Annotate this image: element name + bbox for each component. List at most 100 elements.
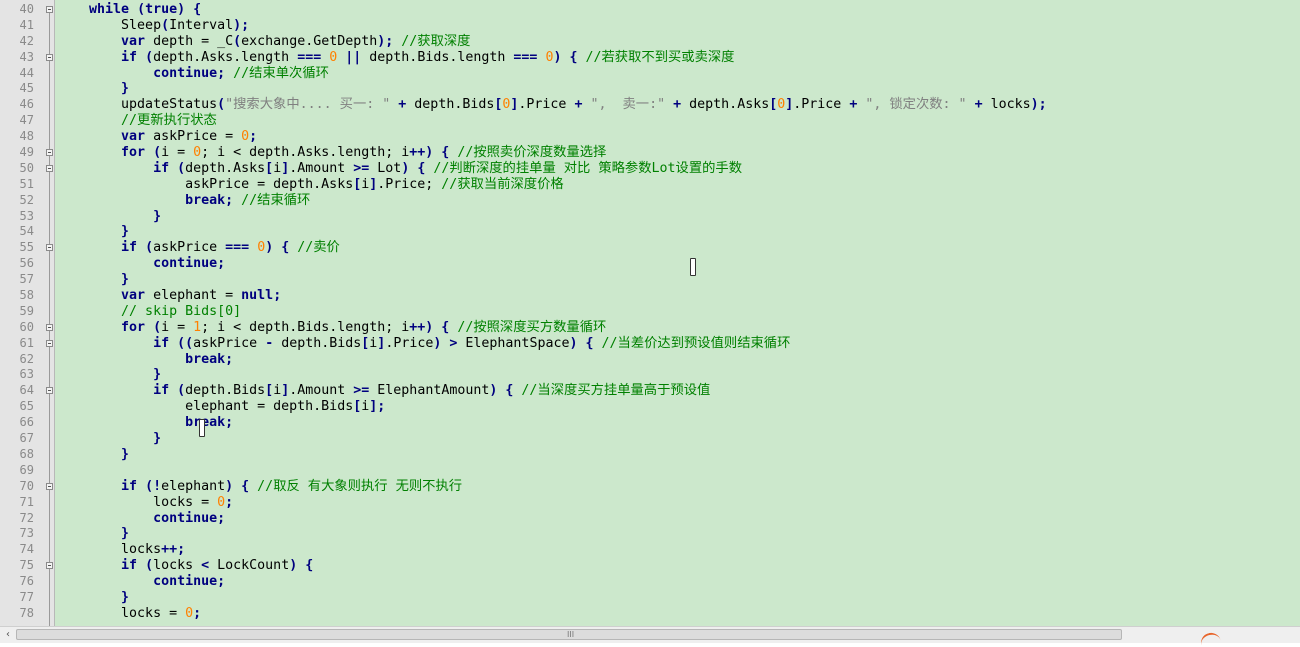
code-text[interactable]: var askPrice = 0; xyxy=(57,129,257,145)
code-text[interactable]: if (depth.Asks[i].Amount >= Lot) { //判断深… xyxy=(57,161,742,177)
code-token: if xyxy=(153,383,170,399)
fold-toggle-icon[interactable] xyxy=(46,53,53,61)
code-text[interactable]: continue; xyxy=(57,511,225,527)
code-line[interactable]: 67 } xyxy=(0,431,1300,447)
code-line[interactable]: 59 // skip Bids[0] xyxy=(0,304,1300,320)
code-text[interactable]: // skip Bids[0] xyxy=(57,304,241,320)
code-text[interactable]: for (i = 1; i < depth.Bids.length; i++) … xyxy=(57,320,606,336)
code-line[interactable]: 64 if (depth.Bids[i].Amount >= ElephantA… xyxy=(0,383,1300,399)
code-text[interactable]: if (depth.Bids[i].Amount >= ElephantAmou… xyxy=(57,383,710,399)
scrollbar-thumb[interactable]: III xyxy=(16,629,1122,640)
code-text[interactable]: continue; //结束单次循环 xyxy=(57,66,329,82)
code-token: .Price xyxy=(385,335,434,351)
code-text[interactable]: if (!elephant) { //取反 有大象则执行 无则不执行 xyxy=(57,479,462,495)
code-text[interactable]: } xyxy=(57,447,129,463)
code-line[interactable]: 43 if (depth.Asks.length === 0 || depth.… xyxy=(0,50,1300,66)
code-text[interactable]: locks++; xyxy=(57,542,185,558)
code-text[interactable]: var elephant = null; xyxy=(57,288,281,304)
code-token: 0 xyxy=(217,494,226,510)
code-line[interactable]: 58 var elephant = null; xyxy=(0,288,1300,304)
code-line[interactable]: 40 while (true) { xyxy=(0,2,1300,18)
code-text[interactable]: for (i = 0; i < depth.Asks.length; i++) … xyxy=(57,145,606,161)
line-number: 40 xyxy=(19,2,34,16)
code-text[interactable]: } xyxy=(57,209,161,225)
code-text[interactable]: updateStatus("搜索大象中.... 买一: " + depth.Bi… xyxy=(57,97,1047,113)
code-editor[interactable]: 40 while (true) {41 Sleep(Interval); 42 v… xyxy=(0,0,1300,626)
code-text[interactable]: if (askPrice === 0) { //卖价 xyxy=(57,240,340,256)
code-text[interactable]: if (locks < LockCount) { xyxy=(57,558,313,574)
code-token: elephant = xyxy=(145,288,242,304)
code-text[interactable]: } xyxy=(57,272,129,288)
code-text[interactable]: } xyxy=(57,367,161,383)
code-text[interactable]: askPrice = depth.Asks[i].Price; //获取当前深度… xyxy=(57,177,564,193)
code-line[interactable]: 74 locks++; xyxy=(0,542,1300,558)
code-line[interactable]: 71 locks = 0; xyxy=(0,495,1300,511)
fold-toggle-icon[interactable] xyxy=(46,387,53,395)
code-line[interactable]: 61 if ((askPrice - depth.Bids[i].Price) … xyxy=(0,336,1300,352)
scroll-left-arrow-icon[interactable]: ‹ xyxy=(2,629,14,641)
code-line[interactable]: 65 elephant = depth.Bids[i]; xyxy=(0,399,1300,415)
code-line[interactable]: 78 locks = 0; xyxy=(0,606,1300,622)
code-line[interactable]: 76 continue; xyxy=(0,574,1300,590)
code-text[interactable]: break; xyxy=(57,352,233,368)
code-text[interactable]: } xyxy=(57,224,129,240)
code-line[interactable]: 63 } xyxy=(0,367,1300,383)
code-text[interactable]: break; //结束循环 xyxy=(57,193,310,209)
code-text[interactable]: } xyxy=(57,81,129,97)
code-line[interactable]: 77 } xyxy=(0,590,1300,606)
code-line[interactable]: 62 break; xyxy=(0,352,1300,368)
code-text[interactable]: if (depth.Asks.length === 0 || depth.Bid… xyxy=(57,50,734,66)
code-line[interactable]: 42 var depth = _C(exchange.GetDepth); //… xyxy=(0,34,1300,50)
code-line[interactable]: 46 updateStatus("搜索大象中.... 买一: " + depth… xyxy=(0,97,1300,113)
code-text[interactable]: while (true) { xyxy=(57,2,201,18)
fold-toggle-icon[interactable] xyxy=(46,149,53,157)
code-text[interactable]: elephant = depth.Bids[i]; xyxy=(57,399,385,415)
code-line[interactable]: 54 } xyxy=(0,224,1300,240)
code-line[interactable]: 49 for (i = 0; i < depth.Asks.length; i+… xyxy=(0,145,1300,161)
code-line[interactable]: 55 if (askPrice === 0) { //卖价 xyxy=(0,240,1300,256)
code-line[interactable]: 75 if (locks < LockCount) { xyxy=(0,558,1300,574)
horizontal-scrollbar[interactable]: ‹ III xyxy=(0,626,1300,643)
code-line[interactable]: 68 } xyxy=(0,447,1300,463)
fold-toggle-icon[interactable] xyxy=(46,339,53,347)
code-text[interactable]: var depth = _C(exchange.GetDepth); //获取深… xyxy=(57,34,470,50)
code-text[interactable]: break; xyxy=(57,415,233,431)
code-line[interactable]: 70 if (!elephant) { //取反 有大象则执行 无则不执行 xyxy=(0,479,1300,495)
code-line[interactable]: 45 } xyxy=(0,81,1300,97)
code-line[interactable]: 44 continue; //结束单次循环 xyxy=(0,66,1300,82)
code-line[interactable]: 57 } xyxy=(0,272,1300,288)
fold-toggle-icon[interactable] xyxy=(46,482,53,490)
code-line[interactable]: 52 break; //结束循环 xyxy=(0,193,1300,209)
fold-toggle-icon[interactable] xyxy=(46,164,53,172)
code-line[interactable]: 69 xyxy=(0,463,1300,479)
code-text[interactable]: if ((askPrice - depth.Bids[i].Price) > E… xyxy=(57,336,790,352)
code-line[interactable]: 66 break; xyxy=(0,415,1300,431)
line-number: 67 xyxy=(19,431,34,446)
code-text[interactable]: Sleep(Interval); xyxy=(57,18,249,34)
code-text[interactable]: } xyxy=(57,590,129,606)
code-line[interactable]: 50 if (depth.Asks[i].Amount >= Lot) { //… xyxy=(0,161,1300,177)
code-text[interactable]: continue; xyxy=(57,256,225,272)
fold-toggle-icon[interactable] xyxy=(46,323,53,331)
code-line[interactable]: 53 } xyxy=(0,209,1300,225)
code-text[interactable]: //更新执行状态 xyxy=(57,113,217,129)
code-text[interactable]: continue; xyxy=(57,574,225,590)
code-lines[interactable]: 40 while (true) {41 Sleep(Interval); 42 v… xyxy=(0,2,1300,622)
code-text[interactable]: } xyxy=(57,526,129,542)
fold-toggle-icon[interactable] xyxy=(46,6,53,13)
code-text[interactable]: } xyxy=(57,431,161,447)
code-line[interactable]: 72 continue; xyxy=(0,511,1300,527)
fold-toggle-icon[interactable] xyxy=(46,562,53,570)
code-text[interactable]: locks = 0; xyxy=(57,495,233,511)
code-line[interactable]: 47 //更新执行状态 xyxy=(0,113,1300,129)
code-line[interactable]: 73 } xyxy=(0,526,1300,542)
code-line[interactable]: 51 askPrice = depth.Asks[i].Price; //获取当… xyxy=(0,177,1300,193)
code-line[interactable]: 48 var askPrice = 0; xyxy=(0,129,1300,145)
code-line[interactable]: 60 for (i = 1; i < depth.Bids.length; i+… xyxy=(0,320,1300,336)
code-line[interactable]: 41 Sleep(Interval); xyxy=(0,18,1300,34)
fold-toggle-icon[interactable] xyxy=(46,244,53,252)
code-text[interactable]: locks = 0; xyxy=(57,606,201,622)
code-token: === xyxy=(297,49,322,65)
code-line[interactable]: 56 continue; xyxy=(0,256,1300,272)
